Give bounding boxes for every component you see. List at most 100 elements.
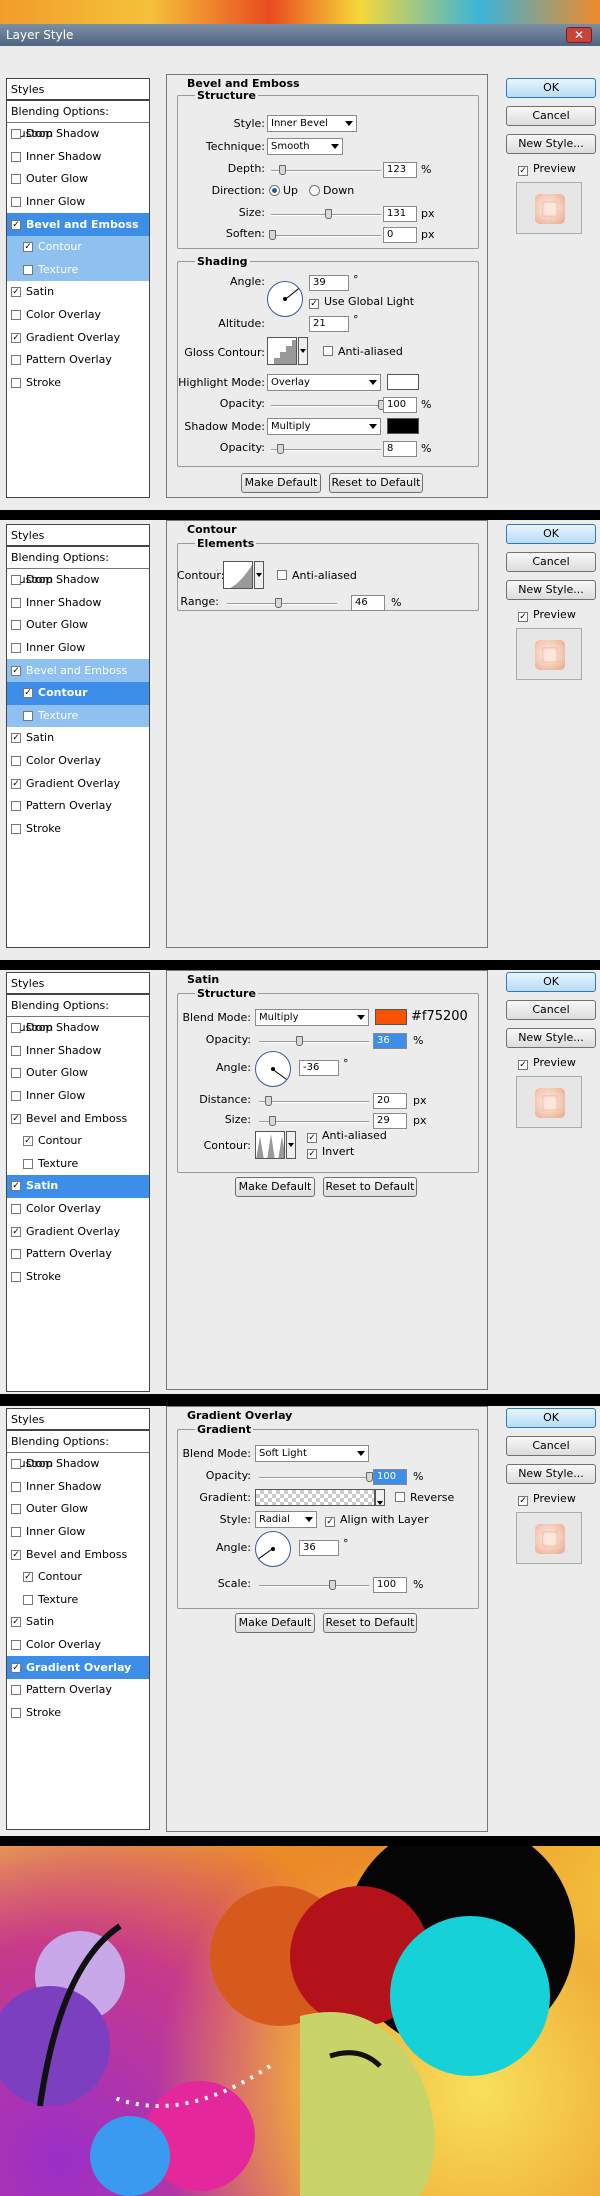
size-slider[interactable]	[271, 209, 381, 219]
style-item-color-overlay[interactable]: Color Overlay	[7, 750, 149, 773]
style-item-inner-glow[interactable]: Inner Glow	[7, 191, 149, 214]
style-item-checkbox[interactable]	[11, 1685, 21, 1696]
direction-down[interactable]: Down	[309, 184, 354, 197]
contour-dropdown[interactable]	[254, 561, 264, 589]
style-item-checkbox[interactable]	[11, 1249, 21, 1260]
depth-input[interactable]: 123	[383, 162, 417, 178]
shadow-opacity-thumb[interactable]	[276, 444, 284, 454]
style-item-stroke[interactable]: Stroke	[7, 1266, 149, 1289]
gradient-opacity-slider[interactable]	[259, 1472, 373, 1482]
satin-contour-dropdown[interactable]	[286, 1131, 296, 1159]
style-item-checkbox[interactable]	[11, 310, 21, 321]
blending-options[interactable]: Blending Options: Custom	[7, 547, 149, 586]
style-item-checkbox[interactable]: ✓	[11, 332, 21, 343]
satin-anti-aliased[interactable]: ✓ Anti-aliased	[307, 1129, 387, 1143]
style-item-checkbox[interactable]: ✓	[11, 1113, 21, 1124]
style-item-checkbox[interactable]	[11, 1459, 21, 1470]
style-item-checkbox[interactable]	[11, 597, 21, 608]
make-default-button[interactable]: Make Default	[235, 1613, 315, 1633]
preview-checkbox[interactable]: ✓	[518, 1060, 528, 1070]
range-slider[interactable]	[227, 598, 337, 608]
style-item-outer-glow[interactable]: Outer Glow	[7, 614, 149, 637]
gradient-style-select[interactable]: Radial	[255, 1511, 317, 1528]
contour-anti-aliased-checkbox[interactable]	[277, 570, 287, 580]
new-style-button[interactable]: New Style...	[506, 1464, 596, 1484]
gradient-angle-dial[interactable]	[255, 1531, 291, 1567]
styles-header[interactable]: Styles	[7, 973, 149, 995]
style-select[interactable]: Inner Bevel	[267, 115, 357, 132]
style-item-gradient-overlay[interactable]: ✓ Gradient Overlay	[7, 1220, 149, 1243]
style-item-checkbox[interactable]	[11, 1481, 21, 1492]
gradient-reverse-checkbox[interactable]	[395, 1492, 405, 1502]
global-light-checkbox[interactable]: ✓	[309, 299, 319, 309]
style-item-stroke[interactable]: Stroke	[7, 1702, 149, 1725]
preview-toggle[interactable]: ✓ Preview	[518, 1056, 576, 1070]
style-item-inner-glow[interactable]: Inner Glow	[7, 1085, 149, 1108]
style-item-inner-glow[interactable]: Inner Glow	[7, 637, 149, 660]
blending-options[interactable]: Blending Options: Custom	[7, 995, 149, 1034]
styles-header[interactable]: Styles	[7, 1409, 149, 1431]
size-input[interactable]: 131	[383, 206, 417, 222]
gradient-reverse[interactable]: Reverse	[395, 1491, 454, 1504]
altitude-input[interactable]: 21	[309, 316, 349, 332]
style-item-inner-shadow[interactable]: Inner Shadow	[7, 146, 149, 169]
style-item-checkbox[interactable]	[11, 129, 21, 140]
global-light[interactable]: ✓ Use Global Light	[309, 295, 414, 309]
style-item-texture[interactable]: Texture	[7, 1589, 149, 1612]
style-item-checkbox[interactable]	[11, 1527, 21, 1538]
style-item-bevel-and-emboss[interactable]: ✓ Bevel and Emboss	[7, 1543, 149, 1566]
reset-default-button[interactable]: Reset to Default	[323, 1177, 417, 1197]
style-item-checkbox[interactable]: ✓	[23, 242, 33, 253]
satin-anti-aliased-checkbox[interactable]: ✓	[307, 1133, 317, 1143]
gloss-contour-thumb[interactable]	[267, 337, 297, 365]
reset-default-button[interactable]: Reset to Default	[323, 1613, 417, 1633]
satin-size-input[interactable]: 29	[373, 1113, 407, 1129]
styles-header[interactable]: Styles	[7, 79, 149, 101]
style-item-bevel-and-emboss[interactable]: ✓ Bevel and Emboss	[7, 1107, 149, 1130]
style-item-checkbox[interactable]: ✓	[11, 1662, 21, 1673]
style-item-checkbox[interactable]	[11, 1640, 21, 1651]
preview-toggle[interactable]: ✓ Preview	[518, 608, 576, 622]
style-item-inner-glow[interactable]: Inner Glow	[7, 1521, 149, 1544]
gradient-preview[interactable]	[255, 1489, 375, 1506]
style-item-pattern-overlay[interactable]: Pattern Overlay	[7, 1243, 149, 1266]
gradient-scale-slider[interactable]	[259, 1580, 369, 1590]
shadow-mode-select[interactable]: Multiply	[267, 418, 381, 435]
cancel-button[interactable]: Cancel	[506, 1436, 596, 1456]
contour-thumb[interactable]	[223, 561, 253, 589]
size-slider-thumb[interactable]	[325, 209, 333, 219]
ok-button[interactable]: OK	[506, 972, 596, 992]
satin-opacity-thumb[interactable]	[295, 1036, 303, 1046]
style-item-checkbox[interactable]	[11, 643, 21, 654]
style-item-outer-glow[interactable]: Outer Glow	[7, 1498, 149, 1521]
style-item-checkbox[interactable]: ✓	[11, 1181, 21, 1192]
soften-input[interactable]: 0	[383, 227, 417, 243]
style-item-checkbox[interactable]: ✓	[11, 778, 21, 789]
ok-button[interactable]: OK	[506, 1408, 596, 1428]
style-item-checkbox[interactable]: ✓	[11, 665, 21, 676]
style-item-checkbox[interactable]	[11, 1504, 21, 1515]
satin-distance-input[interactable]: 20	[373, 1093, 407, 1109]
soften-slider-thumb[interactable]	[269, 230, 277, 240]
style-item-checkbox[interactable]	[11, 801, 21, 812]
style-item-satin[interactable]: ✓ Satin	[7, 1611, 149, 1634]
style-item-checkbox[interactable]	[11, 1045, 21, 1056]
radio-down[interactable]	[309, 185, 320, 196]
shadow-opacity-slider[interactable]	[271, 444, 381, 454]
highlight-opacity-input[interactable]: 100	[383, 397, 417, 413]
cancel-button[interactable]: Cancel	[506, 552, 596, 572]
style-item-contour[interactable]: ✓ Contour	[7, 681, 149, 705]
style-item-checkbox[interactable]	[23, 710, 33, 721]
style-item-contour[interactable]: ✓ Contour	[7, 1566, 149, 1589]
style-item-checkbox[interactable]	[11, 1023, 21, 1034]
style-item-checkbox[interactable]: ✓	[23, 1136, 33, 1147]
style-item-drop-shadow[interactable]: Drop Shadow	[7, 1453, 149, 1476]
style-item-checkbox[interactable]	[11, 1204, 21, 1215]
style-item-checkbox[interactable]	[23, 264, 33, 275]
gradient-scale-input[interactable]: 100	[373, 1577, 407, 1593]
new-style-button[interactable]: New Style...	[506, 1028, 596, 1048]
style-item-checkbox[interactable]	[11, 377, 21, 388]
satin-blend-select[interactable]: Multiply	[255, 1009, 369, 1026]
style-item-pattern-overlay[interactable]: Pattern Overlay	[7, 1679, 149, 1702]
style-item-checkbox[interactable]: ✓	[11, 1617, 21, 1628]
